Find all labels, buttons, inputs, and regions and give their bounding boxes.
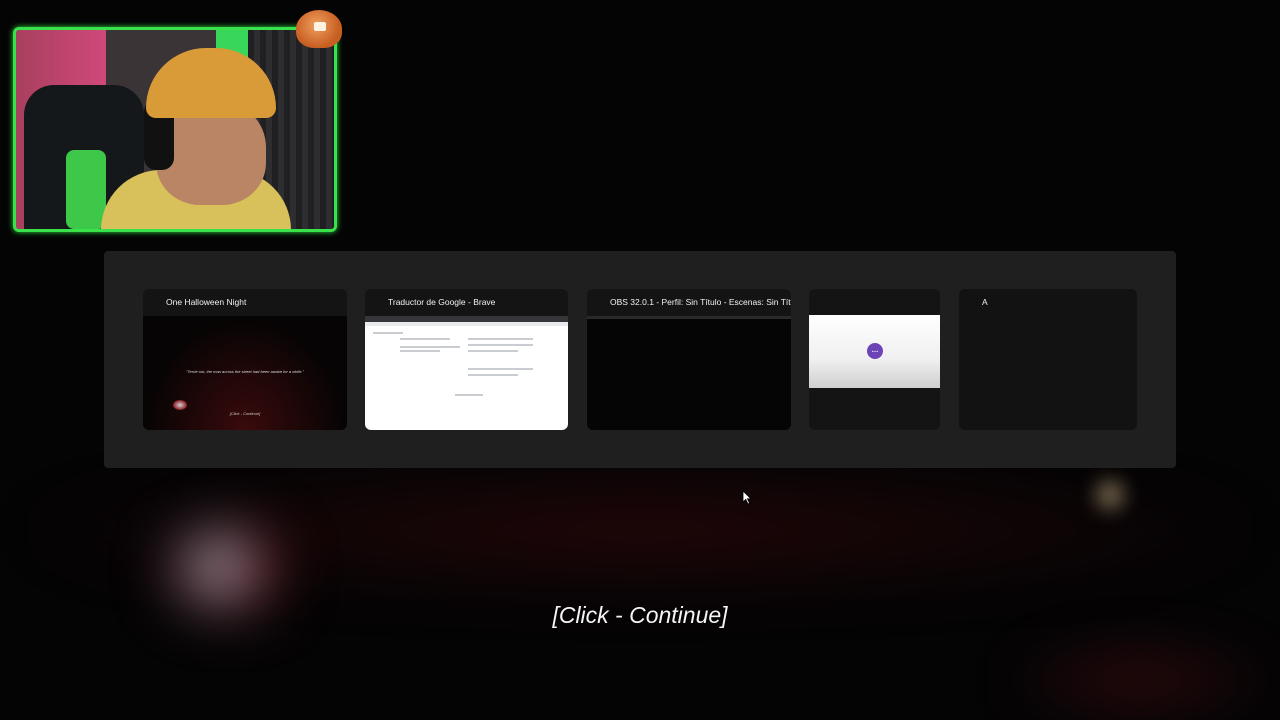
window-thumbnail-chat-app[interactable]: … <box>809 289 940 430</box>
window-preview <box>365 316 568 430</box>
window-thumbnail-google-translate[interactable]: Traductor de Google - Brave <box>365 289 568 430</box>
window-title: Traductor de Google - Brave <box>388 297 496 307</box>
window-title: OBS 32.0.1 - Perfil: Sin Título - Escena… <box>610 297 791 307</box>
window-thumbnail-obs[interactable]: OBS 32.0.1 - Perfil: Sin Título - Escena… <box>587 289 791 430</box>
continue-prompt[interactable]: [Click - Continue] <box>0 602 1280 629</box>
window-thumbnail-one-halloween-night[interactable]: "Terrie out, the man across the street h… <box>143 289 347 430</box>
window-title: One Halloween Night <box>166 297 247 307</box>
preview-continue: [Click - Continue] <box>229 411 261 416</box>
browser-address-bar <box>365 322 568 326</box>
speech-bubble-icon: … <box>867 343 883 359</box>
preview-line <box>468 368 533 370</box>
mouse-cursor-icon <box>742 490 752 505</box>
window-title: A <box>982 297 988 307</box>
preview-line <box>400 346 460 348</box>
window-thumbnail-a[interactable]: A <box>959 289 1137 430</box>
preview-line <box>373 332 403 334</box>
webcam-overlay <box>13 27 337 232</box>
background-light-2 <box>1090 470 1130 520</box>
preview-line <box>468 344 533 346</box>
preview-line <box>455 394 483 396</box>
background-glow-2 <box>1000 640 1280 720</box>
window-preview: "Terrie out, the man across the street h… <box>143 316 347 430</box>
pumpkin-hat-sticker <box>296 10 342 48</box>
background-light <box>170 530 290 610</box>
preview-line <box>468 350 518 352</box>
webcam-chair-accent <box>66 150 106 229</box>
preview-light <box>173 400 187 410</box>
preview-line <box>468 338 533 340</box>
preview-quote: "Terrie out, the man across the street h… <box>186 369 304 374</box>
window-preview <box>587 316 791 430</box>
window-preview: … <box>809 315 940 388</box>
preview-line <box>468 374 518 376</box>
window-switcher: "Terrie out, the man across the street h… <box>104 251 1176 468</box>
preview-line <box>400 338 450 340</box>
preview-line <box>400 350 440 352</box>
window-title-bar <box>809 289 940 315</box>
preview-menubar <box>587 316 791 319</box>
